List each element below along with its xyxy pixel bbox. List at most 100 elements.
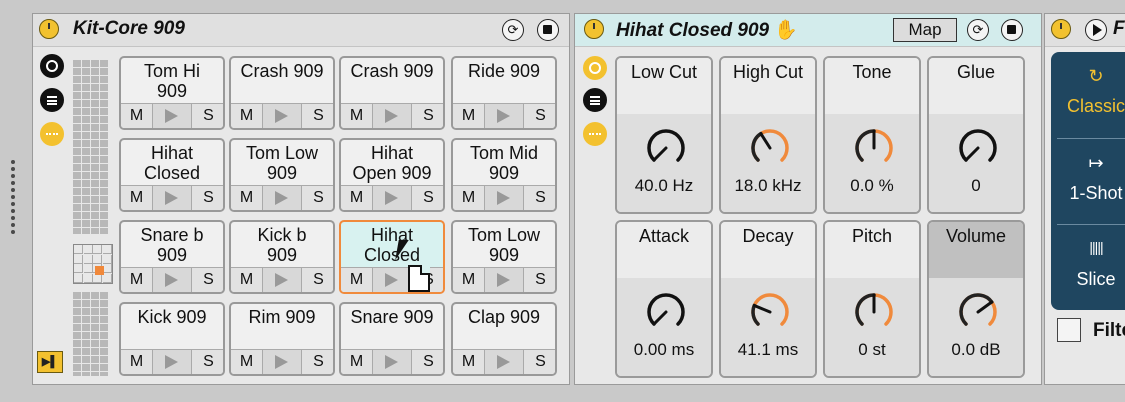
drum-pad[interactable]: Snare 909 M S	[339, 302, 445, 376]
sends-icon[interactable]	[40, 122, 64, 146]
play-button[interactable]	[153, 350, 192, 374]
mute-button[interactable]: M	[121, 104, 153, 128]
mute-button[interactable]: M	[341, 268, 373, 292]
knob-dial[interactable]	[644, 290, 688, 334]
mute-button[interactable]: M	[231, 268, 263, 292]
play-button[interactable]	[153, 104, 192, 128]
knob-low-cut[interactable]: Low Cut 40.0 Hz	[615, 56, 713, 214]
knob-tone[interactable]: Tone 0.0 %	[823, 56, 921, 214]
solo-button[interactable]: S	[302, 268, 333, 292]
pad-bank-selector[interactable]	[73, 244, 113, 284]
play-button[interactable]	[373, 350, 412, 374]
preview-play-button[interactable]	[1085, 19, 1107, 41]
power-button[interactable]	[584, 19, 604, 39]
drum-pad[interactable]: Ride 909 M S	[451, 56, 557, 130]
knob-glue[interactable]: Glue 0	[927, 56, 1025, 214]
list-icon[interactable]	[40, 88, 64, 112]
knob-dial[interactable]	[748, 290, 792, 334]
power-button[interactable]	[1051, 19, 1071, 39]
follow-button[interactable]: ▶▌	[37, 351, 63, 373]
mode-slice[interactable]: ||||| Slice	[1051, 225, 1125, 310]
knob-dial[interactable]	[644, 126, 688, 170]
save-preset-button[interactable]	[537, 19, 559, 41]
drum-pad[interactable]: Kick 909 M S	[119, 302, 225, 376]
solo-button[interactable]: S	[192, 186, 223, 210]
solo-button[interactable]: S	[412, 350, 443, 374]
play-button[interactable]	[485, 186, 524, 210]
play-button[interactable]	[485, 268, 524, 292]
mute-button[interactable]: M	[231, 350, 263, 374]
solo-button[interactable]: S	[524, 268, 555, 292]
knob-dial[interactable]	[852, 126, 896, 170]
mode-classic[interactable]: ↻ Classic	[1051, 52, 1125, 137]
play-button[interactable]	[485, 104, 524, 128]
knob-dial[interactable]	[956, 290, 1000, 334]
play-button[interactable]	[263, 350, 302, 374]
solo-button[interactable]: S	[412, 104, 443, 128]
knob-dial[interactable]	[956, 126, 1000, 170]
play-button[interactable]	[373, 268, 412, 292]
drum-pad[interactable]: Tom Low 909 M S	[229, 138, 335, 212]
drag-handle[interactable]	[10, 160, 16, 240]
play-button[interactable]	[153, 186, 192, 210]
solo-button[interactable]: S	[412, 186, 443, 210]
mute-button[interactable]: M	[121, 186, 153, 210]
play-button[interactable]	[373, 186, 412, 210]
knob-decay[interactable]: Decay 41.1 ms	[719, 220, 817, 378]
solo-button[interactable]: S	[302, 350, 333, 374]
mute-button[interactable]: M	[231, 186, 263, 210]
mute-button[interactable]: M	[341, 104, 373, 128]
filter-checkbox[interactable]	[1057, 318, 1081, 342]
mute-button[interactable]: M	[121, 350, 153, 374]
drum-pad[interactable]: Rim 909 M S	[229, 302, 335, 376]
drum-pad[interactable]: Crash 909 M S	[229, 56, 335, 130]
mute-button[interactable]: M	[121, 268, 153, 292]
solo-button[interactable]: S	[524, 104, 555, 128]
mode-one-shot[interactable]: ↦ 1-Shot	[1051, 139, 1125, 224]
power-button[interactable]	[39, 19, 59, 39]
knob-volume[interactable]: Volume 0.0 dB	[927, 220, 1025, 378]
knob-pitch[interactable]: Pitch 0 st	[823, 220, 921, 378]
hot-swap-button[interactable]: ⟳	[967, 19, 989, 41]
mute-button[interactable]: M	[453, 186, 485, 210]
drum-pad[interactable]: Crash 909 M S	[339, 56, 445, 130]
drum-pad[interactable]: Kick b 909 M S	[229, 220, 335, 294]
mute-button[interactable]: M	[453, 104, 485, 128]
knob-dial[interactable]	[852, 290, 896, 334]
solo-button[interactable]: S	[524, 350, 555, 374]
play-button[interactable]	[485, 350, 524, 374]
list-icon[interactable]	[583, 88, 607, 112]
knob-attack[interactable]: Attack 0.00 ms	[615, 220, 713, 378]
mute-button[interactable]: M	[231, 104, 263, 128]
knob-dial[interactable]	[748, 126, 792, 170]
map-button[interactable]: Map	[893, 18, 957, 42]
solo-button[interactable]: S	[302, 104, 333, 128]
solo-button[interactable]: S	[524, 186, 555, 210]
solo-button[interactable]: S	[192, 104, 223, 128]
mute-button[interactable]: M	[453, 350, 485, 374]
drum-pad[interactable]: Hihat ClosedMS	[119, 138, 225, 212]
drum-pad[interactable]: Hihat Open 909 M S	[339, 138, 445, 212]
hot-swap-button[interactable]: ⟳	[502, 19, 524, 41]
drum-pad[interactable]: Clap 909 M S	[451, 302, 557, 376]
mute-button[interactable]: M	[453, 268, 485, 292]
solo-button[interactable]: S	[192, 268, 223, 292]
chain-icon[interactable]	[40, 54, 64, 78]
sends-icon[interactable]	[583, 122, 607, 146]
knob-high-cut[interactable]: High Cut 18.0 kHz	[719, 56, 817, 214]
play-button[interactable]	[263, 104, 302, 128]
drum-pad[interactable]: Tom Hi 909 M S	[119, 56, 225, 130]
solo-button[interactable]: S	[302, 186, 333, 210]
play-button[interactable]	[153, 268, 192, 292]
mute-button[interactable]: M	[341, 186, 373, 210]
drum-pad[interactable]: Tom Low 909 M S	[451, 220, 557, 294]
play-button[interactable]	[373, 104, 412, 128]
save-preset-button[interactable]	[1001, 19, 1023, 41]
drum-pad[interactable]: Snare b 909 M S	[119, 220, 225, 294]
play-button[interactable]	[263, 268, 302, 292]
solo-button[interactable]: S	[192, 350, 223, 374]
play-button[interactable]	[263, 186, 302, 210]
mute-button[interactable]: M	[341, 350, 373, 374]
chain-icon[interactable]	[583, 56, 607, 80]
drum-pad[interactable]: Tom Mid 909 M S	[451, 138, 557, 212]
